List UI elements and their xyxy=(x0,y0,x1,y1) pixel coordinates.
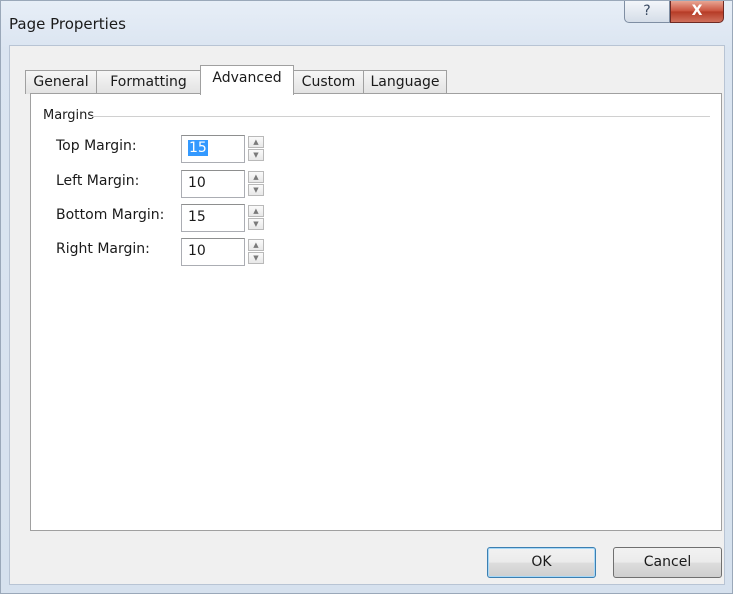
top-margin-value: 15 xyxy=(188,140,208,156)
left-margin-input[interactable]: 10 xyxy=(181,170,245,198)
bottom-margin-label: Bottom Margin: xyxy=(56,207,165,223)
tab-language[interactable]: Language xyxy=(363,70,447,94)
top-margin-input[interactable]: 15 xyxy=(181,135,245,163)
close-button[interactable]: X xyxy=(670,1,724,23)
spin-up-icon[interactable]: ▲ xyxy=(248,239,264,251)
spin-down-icon[interactable]: ▼ xyxy=(248,218,264,230)
page-properties-dialog: Page Properties ? X General Formatting A… xyxy=(0,0,733,594)
spin-up-icon[interactable]: ▲ xyxy=(248,136,264,148)
left-margin-spinner[interactable]: ▲ ▼ xyxy=(248,171,264,197)
spin-down-icon[interactable]: ▼ xyxy=(248,252,264,264)
title-bar[interactable]: Page Properties ? X xyxy=(1,1,732,45)
close-icon: X xyxy=(691,3,703,19)
tab-advanced[interactable]: Advanced xyxy=(200,65,294,95)
top-margin-label: Top Margin: xyxy=(56,138,137,154)
cancel-button[interactable]: Cancel xyxy=(613,547,722,578)
right-margin-input[interactable]: 10 xyxy=(181,238,245,266)
tab-custom[interactable]: Custom xyxy=(293,70,364,94)
left-margin-label: Left Margin: xyxy=(56,173,140,189)
margins-group-title: Margins xyxy=(43,108,95,123)
group-divider xyxy=(92,116,710,117)
bottom-margin-spinner[interactable]: ▲ ▼ xyxy=(248,205,264,231)
dialog-title: Page Properties xyxy=(9,15,126,33)
right-margin-label: Right Margin: xyxy=(56,241,150,257)
spin-down-icon[interactable]: ▼ xyxy=(248,149,264,161)
tab-general[interactable]: General xyxy=(25,70,97,94)
bottom-margin-input[interactable]: 15 xyxy=(181,204,245,232)
spin-down-icon[interactable]: ▼ xyxy=(248,184,264,196)
advanced-tab-panel: Margins Top Margin: 15 ▲ ▼ Left Margin: … xyxy=(30,93,722,531)
bottom-margin-value: 15 xyxy=(188,209,206,225)
ok-button[interactable]: OK xyxy=(487,547,596,578)
right-margin-spinner[interactable]: ▲ ▼ xyxy=(248,239,264,265)
left-margin-value: 10 xyxy=(188,175,206,191)
top-margin-spinner[interactable]: ▲ ▼ xyxy=(248,136,264,162)
spin-up-icon[interactable]: ▲ xyxy=(248,171,264,183)
help-button[interactable]: ? xyxy=(624,1,670,23)
right-margin-value: 10 xyxy=(188,243,206,259)
spin-up-icon[interactable]: ▲ xyxy=(248,205,264,217)
tab-formatting[interactable]: Formatting xyxy=(96,70,201,94)
help-icon: ? xyxy=(643,3,651,19)
